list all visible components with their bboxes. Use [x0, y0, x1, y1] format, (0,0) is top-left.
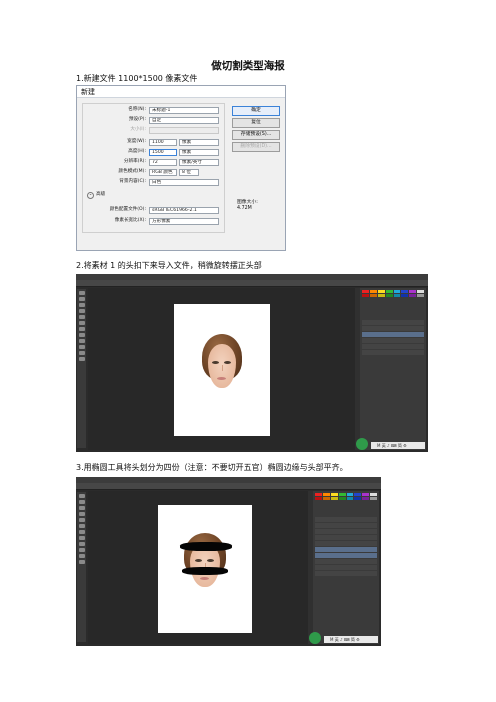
chevron-up-icon: ⌃	[87, 191, 94, 199]
height-label: 高度(H):	[128, 149, 146, 154]
background-row: 背景内容(C): 白色	[83, 178, 219, 186]
pixel-aspect-row: 像素长宽比(X): 方形像素	[83, 217, 219, 225]
step-1-text: 1.新建文件 1100*1500 像素文件	[76, 74, 198, 83]
image-size-value: 4.72M	[237, 206, 252, 211]
new-document-dialog: 新建 名称(N): 未标题-1 预设(P): 自定 大小(I): 宽度(W): …	[76, 85, 286, 251]
photoshop-screenshot-2: M 英 ♪ ⌨ 简 ⚙	[76, 477, 381, 646]
name-row: 名称(N): 未标题-1	[83, 106, 219, 114]
face-image	[202, 334, 242, 398]
advanced-toggle[interactable]: ⌃ 高级	[87, 191, 105, 199]
ok-button[interactable]: 确定	[232, 106, 280, 116]
canvas-area	[88, 288, 358, 450]
size-select[interactable]	[149, 126, 219, 134]
swatches-panel	[313, 491, 379, 502]
pixel-aspect-label: 像素长宽比(X):	[114, 218, 146, 223]
tools-panel	[77, 492, 86, 642]
advanced-label: 高级	[96, 192, 106, 197]
background-label: 背景内容(C):	[119, 179, 146, 184]
photoshop-screenshot-1: M 英 ♪ ⌨ 简 ⚙	[76, 274, 428, 452]
color-mode-label: 颜色模式(M):	[118, 169, 146, 174]
width-unit-select[interactable]: 像素	[179, 138, 219, 146]
preset-select[interactable]: 自定	[149, 116, 219, 124]
pixel-aspect-select[interactable]: 方形像素	[149, 217, 219, 225]
height-row: 高度(H): 1500 像素	[83, 148, 219, 156]
resolution-row: 分辨率(R): 72 像素/英寸	[83, 158, 219, 166]
right-panels	[313, 491, 379, 644]
system-taskbar: M 英 ♪ ⌨ 简 ⚙	[324, 636, 378, 643]
height-unit-select[interactable]: 像素	[179, 148, 219, 156]
resolution-unit-select[interactable]: 像素/英寸	[179, 158, 219, 166]
width-row: 宽度(W): 1100 像素	[83, 138, 219, 146]
face-image	[180, 533, 232, 595]
save-preset-button[interactable]: 存储预设(S)...	[232, 130, 280, 140]
document-title: 做切割类型海报	[211, 60, 285, 72]
document-canvas	[174, 304, 270, 436]
ellipse-cut-band	[182, 567, 228, 575]
tools-panel	[77, 289, 86, 448]
options-bar	[76, 280, 428, 287]
delete-preset-button[interactable]: 删除预设(D)...	[232, 142, 280, 152]
image-size-label: 图像大小:	[237, 200, 258, 205]
width-label: 宽度(W):	[127, 139, 146, 144]
background-select[interactable]: 白色	[149, 178, 219, 186]
preset-label: 预设(P):	[128, 117, 146, 122]
size-label: 大小(I):	[130, 127, 146, 132]
color-mode-row: 颜色模式(M): RGB 颜色 8 位	[83, 168, 199, 176]
name-label: 名称(N):	[128, 107, 146, 112]
green-badge-icon	[356, 438, 368, 450]
step-2-text: 2.将素材 1 的头扣下来导入文件，稍微旋转摆正头部	[76, 261, 262, 270]
width-input[interactable]: 1100	[149, 138, 177, 146]
size-row: 大小(I):	[83, 126, 219, 134]
step-3-text: 3.用椭圆工具将头划分为四份（注意：不要切开五官）椭圆边缘与头部平齐。	[76, 463, 348, 472]
ellipse-cut-band	[180, 542, 232, 551]
swatches-panel	[360, 288, 426, 299]
options-bar	[76, 483, 381, 490]
dialog-title: 新建	[77, 86, 285, 98]
document-canvas	[158, 505, 252, 633]
color-mode-select[interactable]: RGB 颜色	[149, 168, 177, 176]
resolution-input[interactable]: 72	[149, 158, 177, 166]
green-badge-icon	[309, 632, 321, 644]
right-panels	[360, 288, 426, 450]
bit-depth-select[interactable]: 8 位	[179, 168, 199, 176]
color-profile-row: 颜色配置文件(O): sRGB IEC61966-2.1	[83, 206, 219, 214]
system-taskbar: M 英 ♪ ⌨ 简 ⚙	[371, 442, 425, 449]
color-profile-select[interactable]: sRGB IEC61966-2.1	[149, 206, 219, 214]
reset-button[interactable]: 复位	[232, 118, 280, 128]
height-input[interactable]: 1500	[149, 148, 177, 156]
preset-row: 预设(P): 自定	[83, 116, 219, 124]
resolution-label: 分辨率(R):	[123, 159, 146, 164]
color-profile-label: 颜色配置文件(O):	[109, 207, 146, 212]
name-input[interactable]: 未标题-1	[149, 106, 219, 114]
canvas-area	[88, 491, 311, 644]
